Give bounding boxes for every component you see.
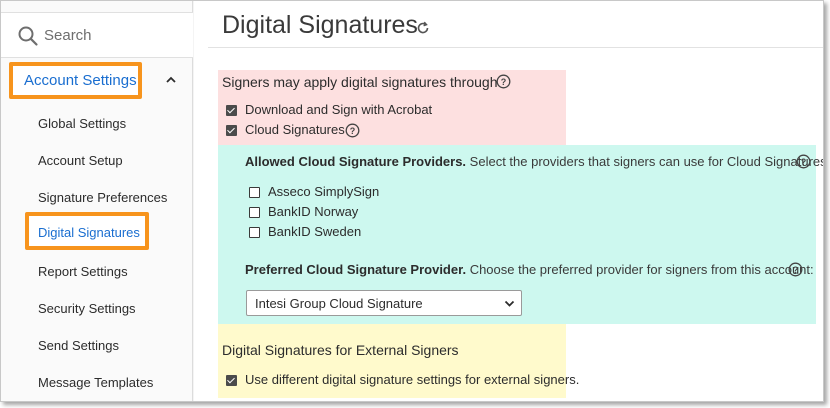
help-icon[interactable]: ? [496,74,511,89]
title-bar: Digital Signatures [208,1,823,48]
sidebar-item-digital-signatures[interactable]: Digital Signatures [25,212,149,250]
provider-bankid-norway-checkbox[interactable] [249,207,260,218]
main-content: Digital Signatures Signers may apply dig… [194,1,823,401]
app-window: Search Account Settings Global Settings … [0,0,824,402]
preferred-provider-description: Choose the preferred provider for signer… [469,262,814,277]
provider-bankid-sweden-checkbox[interactable] [249,227,260,238]
external-signers-checkbox[interactable] [226,375,237,386]
cloud-signatures-checkbox[interactable] [226,125,237,136]
allowed-providers-heading: Allowed Cloud Signature Providers. Selec… [245,154,824,169]
svg-text:?: ? [801,157,807,167]
preferred-provider-heading: Preferred Cloud Signature Provider. Choo… [245,262,814,277]
provider-asseco-checkbox[interactable] [249,187,260,198]
refresh-icon[interactable] [416,21,430,35]
page-title: Digital Signatures [222,11,418,39]
svg-text:?: ? [350,126,356,136]
signers-section: Signers may apply digital signatures thr… [218,70,566,145]
chevron-down-icon [504,300,515,307]
checkbox-label: BankID Sweden [268,224,362,239]
preferred-provider-title: Preferred Cloud Signature Provider. [245,262,467,277]
select-value: Intesi Group Cloud Signature [255,296,423,311]
external-signers-heading: Digital Signatures for External Signers [222,342,459,358]
sidebar-item-message-templates[interactable]: Message Templates [38,375,153,390]
sidebar-item-report-settings[interactable]: Report Settings [38,264,128,279]
sidebar-item-signature-preferences[interactable]: Signature Preferences [38,190,167,205]
external-signers-section: Digital Signatures for External Signers … [218,324,579,398]
cloud-providers-section: Allowed Cloud Signature Providers. Selec… [218,145,823,324]
checkbox-label: Download and Sign with Acrobat [245,102,433,117]
search-icon [18,26,38,46]
search-input[interactable]: Search [1,12,193,58]
sidebar-item-label: Digital Signatures [38,225,140,240]
download-sign-acrobat-checkbox[interactable] [226,105,237,116]
checkbox-label: Cloud Signatures [245,122,345,137]
search-placeholder: Search [44,27,92,44]
sidebar-item-account-setup[interactable]: Account Setup [38,153,123,168]
allowed-providers-description: Select the providers that signers can us… [469,154,824,169]
svg-text:?: ? [793,265,799,275]
preferred-provider-select[interactable]: Intesi Group Cloud Signature [246,290,522,316]
checkbox-label: BankID Norway [268,204,359,219]
signers-heading: Signers may apply digital signatures thr… [222,74,498,90]
sidebar: Search Account Settings Global Settings … [1,1,193,401]
help-icon[interactable]: ? [345,123,360,138]
chevron-up-icon[interactable] [164,73,178,87]
help-icon[interactable]: ? [788,262,803,277]
checkbox-label: Asseco SimplySign [268,184,380,199]
account-settings-label[interactable]: Account Settings [24,72,137,89]
allowed-providers-title: Allowed Cloud Signature Providers. [245,154,467,169]
sidebar-item-security-settings[interactable]: Security Settings [38,301,136,316]
sidebar-item-global-settings[interactable]: Global Settings [38,116,126,131]
sidebar-item-send-settings[interactable]: Send Settings [38,338,119,353]
account-settings-section[interactable]: Account Settings [1,60,193,104]
checkbox-label: Use different digital signature settings… [245,372,580,387]
account-settings-highlight: Account Settings [9,62,142,99]
svg-text:?: ? [501,77,507,87]
help-icon[interactable]: ? [796,154,811,169]
